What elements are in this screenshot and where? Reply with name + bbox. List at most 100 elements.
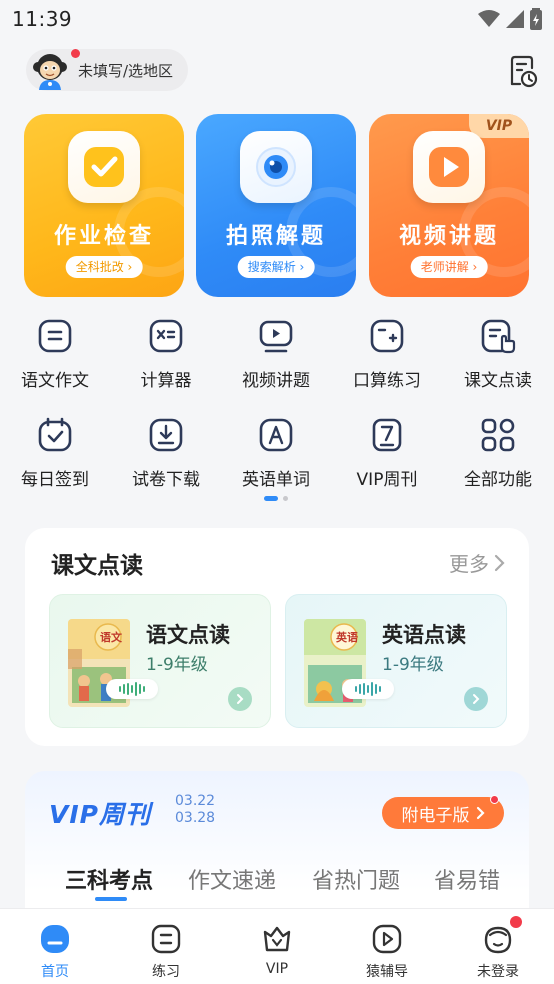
homework-check-tile[interactable]: 作业检查 全科批改 › [24,114,184,297]
page-dot-active [264,496,278,501]
tool-video-lesson[interactable]: 视频讲题 [221,318,331,391]
chevron-right-icon [476,806,485,820]
chinese-reading-item[interactable]: 语文 语文点读 1-9年级 [49,594,271,728]
video-lesson-icon [259,320,293,353]
chevron-right-icon [494,554,505,571]
practice-icon [151,924,181,954]
avatar[interactable] [30,49,80,90]
battery-icon [530,8,542,30]
tab-hot-questions[interactable]: 省热门题 [312,863,400,895]
date-end: 03.28 [175,810,216,826]
vip-weekly-icon [372,418,402,452]
profile-face-icon [484,926,512,954]
tile-subtitle[interactable]: 老师讲解 › [410,256,488,278]
tool-calculator[interactable]: 计算器 [111,318,221,391]
tool-paper-download[interactable]: 试卷下载 [111,417,221,490]
tool-label: 计算器 [140,371,192,391]
nav-vip[interactable]: VIP [232,923,322,977]
tile-title: 作业检查 [53,224,154,249]
nav-label: 未登录 [477,964,519,980]
tile-subtitle[interactable]: 全科批改 › [65,256,143,278]
text-reading-icon [481,319,516,354]
book-title: 语文 [100,631,122,644]
tab-common-errors[interactable]: 省易错 [434,863,500,895]
nav-practice[interactable]: 练习 [121,923,211,981]
tool-all-functions[interactable]: 全部功能 [443,417,553,490]
reading-name: 语文点读 [146,623,230,647]
region-text: 未填写/选地区 [78,61,174,80]
tool-label: 视频讲题 [242,371,310,391]
page-dot [283,496,288,501]
tab-key-points[interactable]: 三科考点 [65,863,153,895]
paper-download-icon [149,418,183,452]
ebook-label: 附电子版 [401,805,470,826]
date-start: 03.22 [175,793,216,809]
more-link[interactable]: 更多 [449,548,505,577]
history-button[interactable] [506,54,538,88]
essay-icon [38,319,72,353]
arrow-right-icon[interactable] [464,687,488,711]
english-reading-item[interactable]: 英语 英语点读 1-9年级 [285,594,507,728]
tool-label: 试卷下载 [132,470,200,490]
calculator-icon [149,319,183,353]
play-square-icon [372,924,402,954]
nav-profile[interactable]: 未登录 [453,923,543,981]
page-indicator [264,496,288,501]
wifi-icon [478,10,500,27]
status-icons [478,8,542,30]
tile-subtitle[interactable]: 搜索解析 › [237,256,315,278]
tool-label: 全部功能 [464,470,532,490]
video-lesson-tile[interactable]: VIP 视频讲题 老师讲解 › [369,114,529,297]
mental-math-icon [370,319,404,353]
notification-dot [490,795,499,804]
all-functions-icon [481,418,515,452]
book-title: 英语 [336,631,358,644]
bottom-nav: 首页 练习 VIP 猿辅导 未登录 [0,908,554,984]
tab-underline [95,897,127,901]
notification-dot [510,916,522,928]
tool-mental-math[interactable]: 口算练习 [332,318,442,391]
vip-weekly-dates: 03.22 03.28 [175,793,215,827]
reading-grade: 1-9年级 [146,655,208,675]
nav-label: 首页 [41,964,69,980]
nav-label: VIP [265,961,289,977]
checkmark-icon [68,131,140,203]
tile-title: 视频讲题 [398,224,499,249]
monkey-mascot-icon [33,54,67,90]
arrow-right-icon[interactable] [228,687,252,711]
english-words-icon [259,418,293,452]
tool-english-words[interactable]: 英语单词 [221,417,331,490]
tool-label: 口算练习 [353,371,421,391]
tool-label: 英语单词 [242,470,310,490]
nav-label: 练习 [152,964,180,980]
audio-wave-icon [106,679,158,699]
tool-text-reading[interactable]: 课文点读 [443,318,553,391]
tool-label: 语文作文 [21,371,89,391]
tool-essay[interactable]: 语文作文 [0,318,110,391]
reading-grade: 1-9年级 [382,655,444,675]
text-reading-card: 课文点读 更多 语文 语文点读 1-9年级 英语 英语点读 1-9年级 [25,528,529,746]
vip-weekly-logo: VIP周刊 [49,800,151,829]
tile-title: 拍照解题 [225,224,326,249]
camera-icon [240,131,312,203]
tool-label: 每日签到 [21,470,89,490]
tool-daily-checkin[interactable]: 每日签到 [0,417,110,490]
nav-tutoring[interactable]: 猿辅导 [342,923,432,981]
top-bar: 未填写/选地区 [0,44,554,100]
tool-vip-weekly[interactable]: VIP周刊 [332,417,442,490]
tool-label: 课文点读 [464,371,532,391]
card-title: 课文点读 [51,553,143,579]
vip-weekly-tabs: 三科考点 作文速递 省热门题 省易错 [25,863,529,903]
nav-label: 猿辅导 [366,964,408,980]
cell-signal-icon [506,10,524,28]
region-selector[interactable]: 未填写/选地区 [26,49,188,91]
reading-name: 英语点读 [382,623,466,647]
home-icon [41,925,69,953]
status-bar: 11:39 [0,0,554,38]
nav-home[interactable]: 首页 [10,923,100,981]
ebook-button[interactable]: 附电子版 [382,797,504,829]
notification-dot [71,49,80,58]
tab-essay[interactable]: 作文速递 [188,863,276,895]
photo-solve-tile[interactable]: 拍照解题 搜索解析 › [196,114,356,297]
daily-checkin-icon [38,417,72,452]
